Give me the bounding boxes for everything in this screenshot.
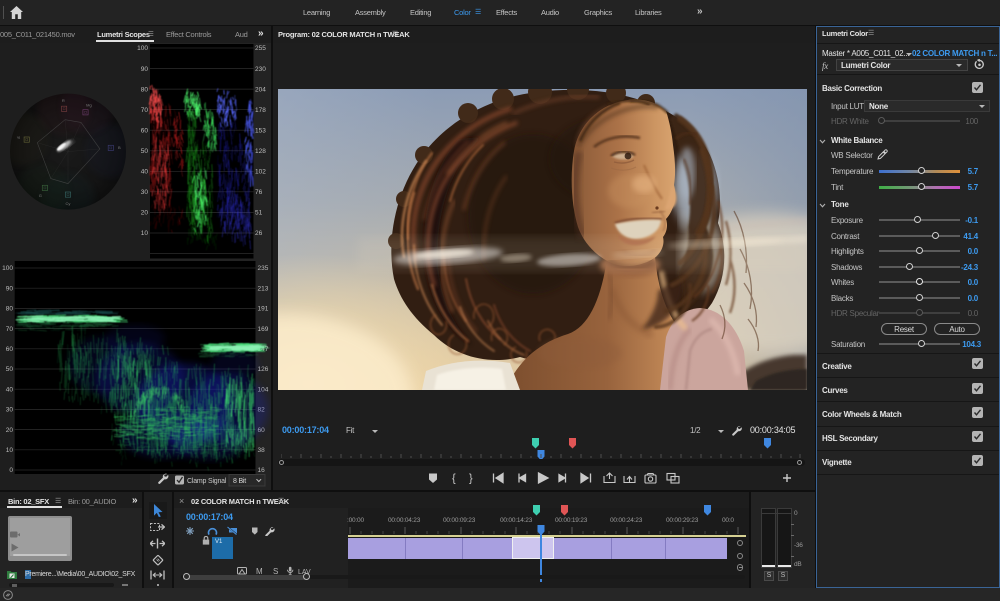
svg-text:40: 40 [141,169,149,176]
svg-text:235: 235 [258,265,269,272]
svg-text:76: 76 [255,189,263,196]
svg-text:213: 213 [258,285,269,292]
svg-text:30: 30 [6,407,14,414]
svg-text:191: 191 [258,306,269,313]
svg-text:100: 100 [137,45,148,52]
svg-text:80: 80 [141,86,149,93]
svg-text:10: 10 [141,230,149,237]
svg-text:40: 40 [6,386,14,393]
svg-text:26: 26 [255,230,263,237]
svg-text:8 Bit: 8 Bit [233,478,246,485]
svg-text:R: R [62,98,65,103]
svg-text:128: 128 [255,148,266,155]
svg-text:S: S [273,567,278,575]
svg-text:169: 169 [258,326,269,333]
svg-text:38: 38 [258,447,266,454]
svg-text:230: 230 [255,66,266,73]
svg-text:51: 51 [255,210,263,217]
svg-text:20: 20 [6,427,14,434]
svg-text:{: { [452,473,456,485]
svg-text:0: 0 [9,467,13,474]
svg-text:20: 20 [141,210,149,217]
svg-text:153: 153 [255,127,266,134]
svg-text:Yl: Yl [17,135,21,140]
svg-text:B: B [118,145,121,150]
svg-text:90: 90 [6,285,14,292]
svg-text:70: 70 [141,107,149,114]
svg-text:G: G [39,193,42,198]
svg-text:204: 204 [255,86,266,93]
svg-text:Cy: Cy [66,201,71,206]
svg-text:30: 30 [141,189,149,196]
svg-text:255: 255 [255,45,266,52]
svg-text:126: 126 [258,366,269,373]
svg-text:}: } [469,473,473,485]
svg-text:16: 16 [258,467,266,474]
svg-text:Clamp Signal: Clamp Signal [187,478,227,485]
svg-text:60: 60 [141,127,149,134]
svg-text:Mg: Mg [86,102,92,107]
svg-text:80: 80 [6,306,14,313]
svg-text:60: 60 [6,346,14,353]
svg-text:50: 50 [141,148,149,155]
svg-text:178: 178 [255,107,266,114]
svg-text:100: 100 [2,265,13,272]
svg-text:90: 90 [141,66,149,73]
svg-text:70: 70 [6,326,14,333]
svg-text:M: M [256,567,263,575]
svg-text:50: 50 [6,366,14,373]
svg-text:102: 102 [255,169,266,176]
svg-text:10: 10 [6,447,14,454]
